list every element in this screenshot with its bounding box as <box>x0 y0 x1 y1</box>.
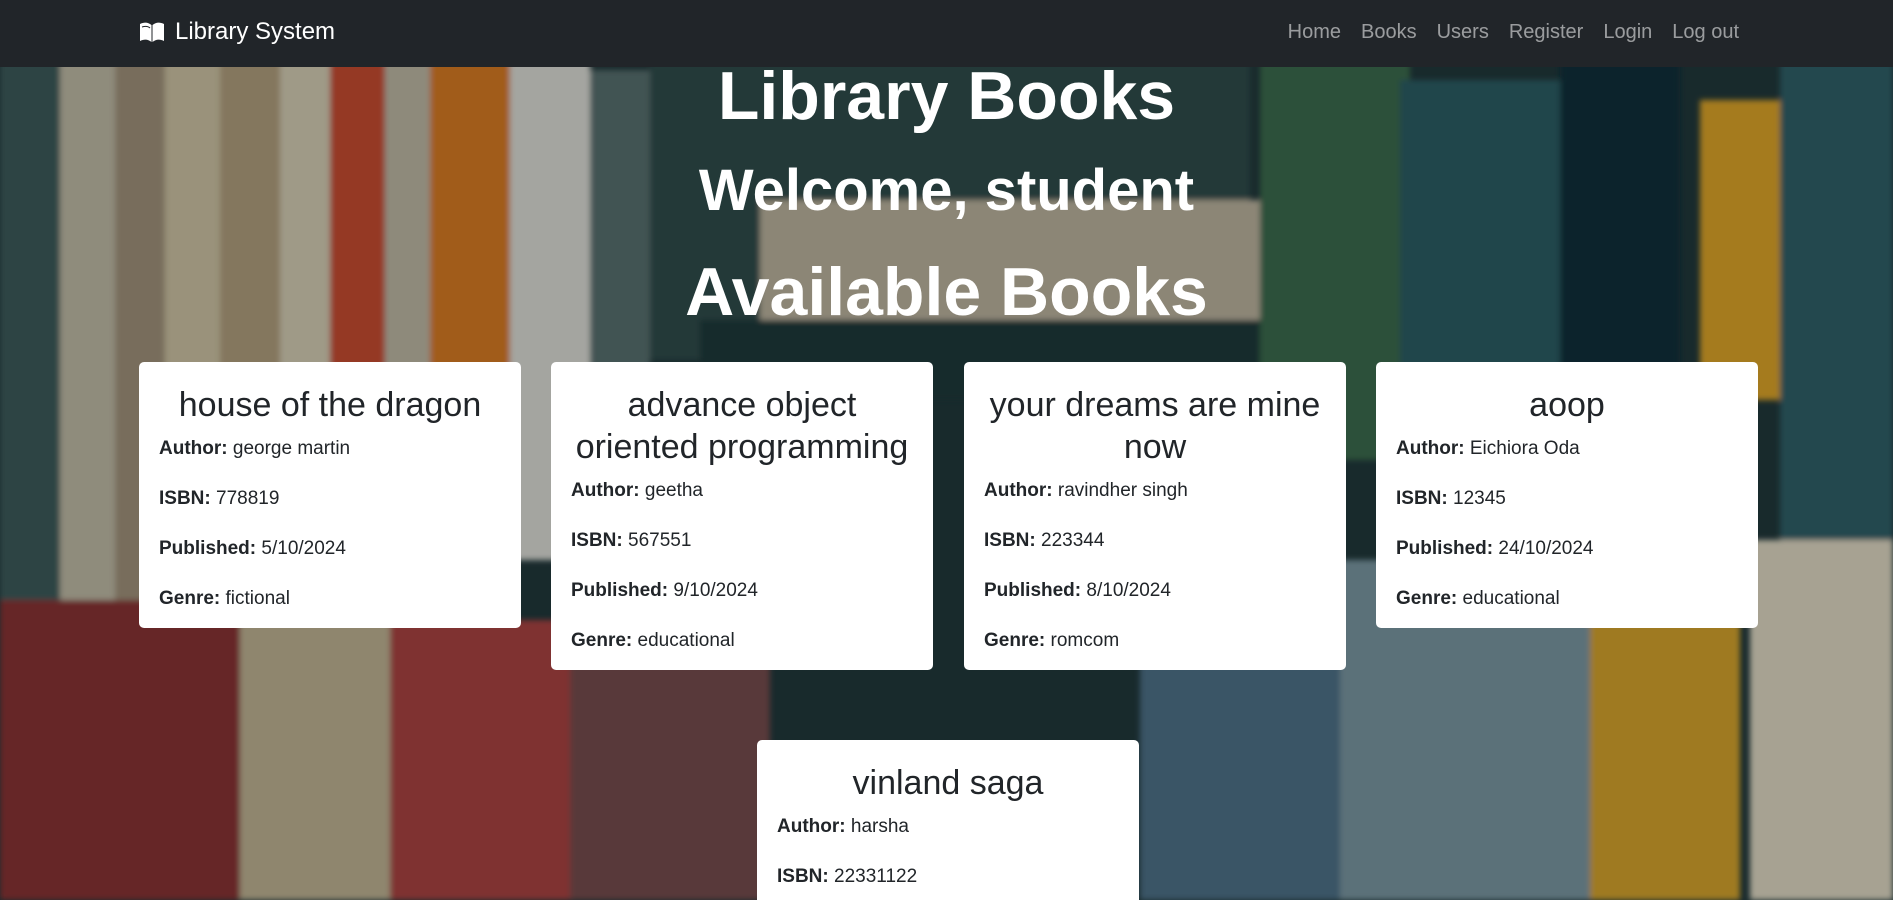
book-genre: Genre: educational <box>1396 588 1560 609</box>
nav-links: Home Books Users Register Login Log out <box>1278 20 1749 44</box>
book-author: Author: harsha <box>777 816 909 837</box>
book-card: aoop Author: Eichiora Oda ISBN: 12345 Pu… <box>1376 362 1758 628</box>
book-card: your dreams are mine now Author: ravindh… <box>964 362 1346 670</box>
book-title: your dreams are mine now <box>989 386 1321 466</box>
book-genre: Genre: educational <box>571 630 735 651</box>
open-book-icon <box>139 21 165 43</box>
brand-label: Library System <box>175 18 336 45</box>
book-published: Published: 9/10/2024 <box>571 580 758 601</box>
book-published: Published: 5/10/2024 <box>159 538 346 559</box>
book-title: advance object oriented programming <box>575 386 909 466</box>
book-genre: Genre: fictional <box>159 588 290 609</box>
book-title: vinland saga <box>852 764 1044 802</box>
book-published: Published: 24/10/2024 <box>1396 538 1594 559</box>
nav-users-link[interactable]: Users <box>1427 20 1499 44</box>
nav-home-link[interactable]: Home <box>1278 20 1351 44</box>
book-isbn: ISBN: 22331122 <box>777 866 918 887</box>
book-isbn: ISBN: 778819 <box>159 488 280 509</box>
book-genre: Genre: romcom <box>984 630 1120 651</box>
nav-logout-link[interactable]: Log out <box>1662 20 1749 44</box>
nav-books-link[interactable]: Books <box>1351 20 1427 44</box>
book-published: Published: 8/10/2024 <box>984 580 1171 601</box>
top-navbar: Library System Home Books Users Register… <box>0 0 1893 67</box>
book-title: house of the dragon <box>178 386 482 424</box>
book-author: Author: george martin <box>159 438 351 459</box>
book-card: house of the dragon Author: george marti… <box>139 362 521 628</box>
book-author: Author: Eichiora Oda <box>1396 438 1580 459</box>
book-author: Author: ravindher singh <box>984 480 1188 501</box>
book-isbn: ISBN: 12345 <box>1396 488 1506 509</box>
book-card: advance object oriented programming Auth… <box>551 362 933 670</box>
brand-link[interactable]: Library System <box>139 18 335 46</box>
book-card: vinland saga Author: harsha ISBN: 223311… <box>757 740 1139 900</box>
nav-login-link[interactable]: Login <box>1593 20 1662 44</box>
nav-register-link[interactable]: Register <box>1499 20 1593 44</box>
book-author: Author: geetha <box>571 480 703 501</box>
book-isbn: ISBN: 567551 <box>571 530 692 551</box>
welcome-heading: Welcome, student <box>698 158 1195 223</box>
available-books-heading: Available Books <box>685 254 1208 330</box>
page-title: Library Books <box>717 58 1176 134</box>
book-title: aoop <box>1529 386 1605 424</box>
book-isbn: ISBN: 223344 <box>984 530 1105 551</box>
